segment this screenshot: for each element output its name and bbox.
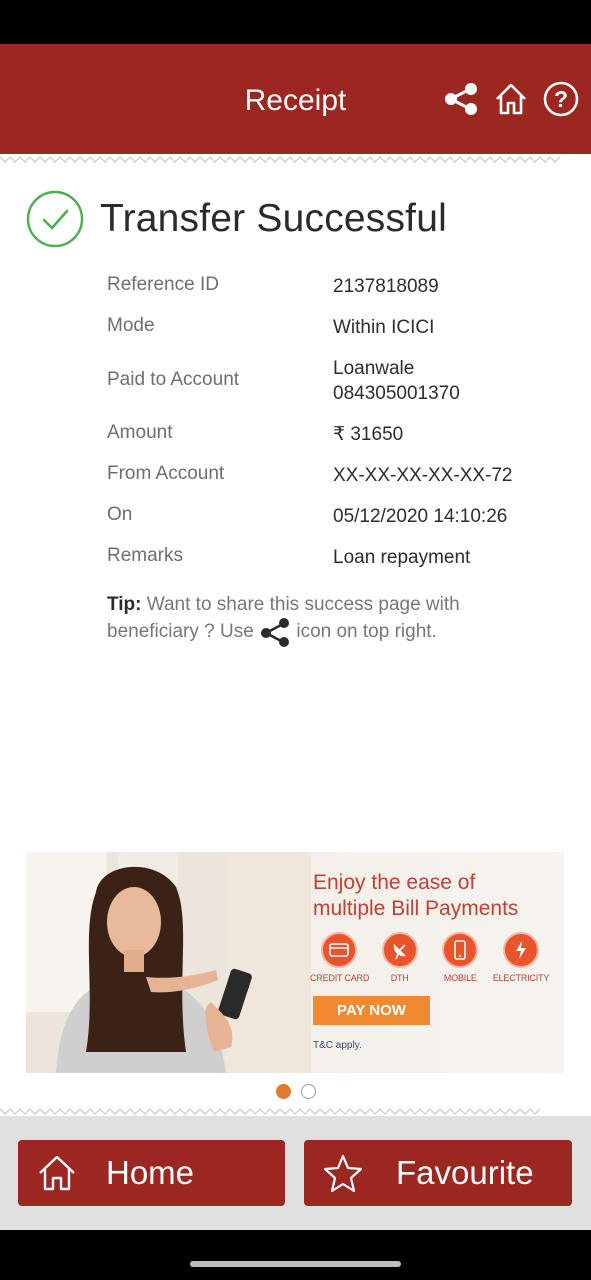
bill-service-list: CREDIT CARD DTH MOBILE ELECTRICITY — [310, 932, 550, 983]
pay-now-button[interactable]: PAY NOW — [313, 996, 430, 1025]
success-title: Transfer Successful — [100, 197, 447, 240]
success-header: Transfer Successful — [26, 190, 447, 248]
credit-card-icon — [321, 932, 357, 968]
detail-label: Paid to Account — [107, 369, 240, 390]
detail-value: Loan repayment — [333, 547, 471, 568]
home-button-label: Home — [106, 1154, 195, 1191]
detail-label: From Account — [107, 463, 225, 484]
detail-value: Loanwale 084305001370 — [333, 358, 460, 404]
share-icon[interactable] — [443, 81, 479, 117]
service-electricity: ELECTRICITY — [492, 932, 550, 983]
home-icon[interactable] — [493, 81, 529, 117]
detail-value: ₹ 31650 — [333, 424, 404, 445]
detail-label: Remarks — [107, 545, 184, 566]
lightning-icon — [502, 932, 539, 968]
system-nav-bar — [0, 1230, 591, 1280]
check-circle-icon — [26, 190, 84, 248]
satellite-dish-icon — [381, 932, 418, 968]
share-icon — [261, 618, 290, 647]
service-label: MOBILE — [443, 973, 477, 983]
tip-text-end: icon on top right. — [296, 621, 437, 643]
bill-payment-banner[interactable]: Enjoy the ease of multiple Bill Payments… — [26, 852, 564, 1073]
zigzag-divider — [0, 156, 561, 163]
banner-headline-line: Enjoy the ease of — [313, 871, 476, 894]
home-icon — [39, 1155, 75, 1191]
tip-label: Tip: — [107, 594, 142, 615]
favourite-button[interactable]: Favourite — [304, 1140, 572, 1206]
help-icon[interactable]: ? — [543, 81, 579, 117]
detail-label: Reference ID — [107, 274, 219, 295]
service-dth: DTH — [371, 932, 429, 983]
carousel-dot[interactable] — [275, 1084, 291, 1099]
share-tip: Tip: Want to share this success page wit… — [107, 592, 527, 647]
header-actions: ? — [443, 81, 579, 117]
home-button[interactable]: Home — [18, 1140, 285, 1206]
star-icon — [323, 1154, 363, 1193]
bottom-actions: Home Favourite — [0, 1116, 591, 1230]
detail-value: 05/12/2020 14:10:26 — [333, 506, 508, 527]
terms-note: T&C apply. — [313, 1040, 362, 1051]
banner-headline-line: multiple Bill Payments — [313, 897, 519, 920]
receipt-content: Transfer Successful Reference ID 2137818… — [0, 154, 591, 1116]
detail-value: XX-XX-XX-XX-XX-72 — [333, 465, 513, 486]
home-indicator[interactable] — [190, 1261, 401, 1267]
detail-label: Amount — [107, 422, 173, 443]
carousel-indicator — [0, 1084, 591, 1099]
service-label: CREDIT CARD — [310, 973, 370, 983]
detail-value: 2137818089 — [333, 276, 439, 297]
service-label: ELECTRICITY — [492, 973, 550, 983]
carousel-dot[interactable] — [300, 1084, 316, 1099]
service-credit-card: CREDIT CARD — [310, 932, 370, 983]
zigzag-divider — [0, 1108, 541, 1115]
app-header: Receipt ? — [0, 44, 591, 154]
banner-headline: Enjoy the ease of multiple Bill Payments — [313, 870, 518, 922]
detail-label: Mode — [107, 315, 155, 336]
detail-value: Within ICICI — [333, 317, 435, 338]
service-mobile: MOBILE — [431, 932, 489, 983]
mobile-phone-icon — [442, 932, 479, 968]
service-label: DTH — [390, 973, 409, 983]
status-bar — [0, 0, 591, 44]
favourite-button-label: Favourite — [396, 1154, 534, 1191]
detail-label: On — [107, 504, 133, 525]
woman-with-phone-image — [26, 852, 311, 1073]
svg-text:?: ? — [554, 86, 568, 112]
